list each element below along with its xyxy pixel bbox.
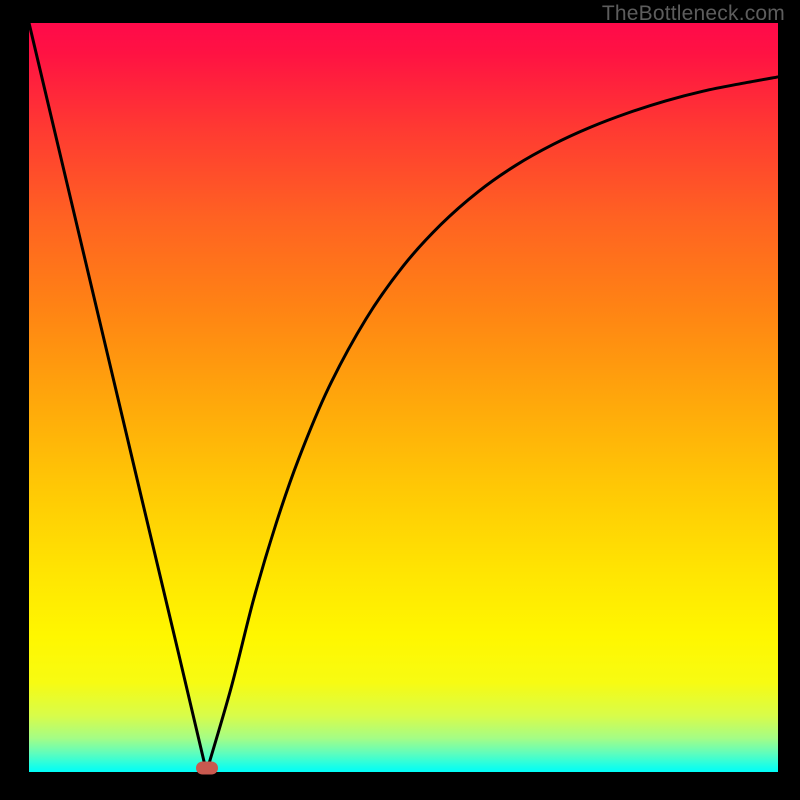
chart-frame: TheBottleneck.com xyxy=(0,0,800,800)
plot-area xyxy=(29,23,778,772)
minimum-marker xyxy=(196,762,218,775)
bottleneck-curve xyxy=(29,23,778,772)
